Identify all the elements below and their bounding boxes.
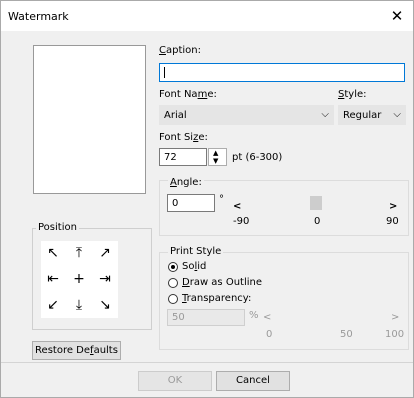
position-top-left-icon[interactable]: ↖	[41, 241, 65, 265]
spinner-down-icon[interactable]: ▼	[213, 157, 218, 165]
angle-left-arrow[interactable]: <	[233, 201, 241, 212]
font-size-input[interactable]: 72	[159, 148, 207, 166]
transparency-label: Transparency:	[182, 293, 252, 304]
position-bottom-left-icon[interactable]: ↙	[41, 293, 65, 317]
font-name-value: Arial	[164, 110, 187, 121]
angle-value: 0	[172, 198, 179, 209]
outline-radio[interactable]	[168, 278, 178, 288]
cancel-button[interactable]: Cancel	[216, 371, 290, 391]
angle-slider-thumb[interactable]	[310, 196, 322, 210]
caption-input[interactable]	[159, 63, 405, 82]
chevron-down-icon: ⌵	[321, 109, 329, 120]
position-label: Position	[36, 222, 79, 233]
font-size-value: 72	[164, 152, 177, 163]
text-cursor	[164, 67, 165, 78]
position-center-icon[interactable]: +	[67, 267, 91, 291]
position-middle-left-icon[interactable]: ⇤	[41, 267, 65, 291]
close-icon[interactable]: ✕	[387, 6, 407, 26]
style-value: Regular	[343, 110, 382, 121]
title-bar: Watermark ✕	[1, 1, 413, 31]
angle-right-arrow[interactable]: >	[389, 201, 397, 212]
window-title: Watermark	[8, 10, 69, 23]
chevron-down-icon: ⌵	[393, 109, 401, 120]
solid-label: Solid	[182, 261, 207, 272]
outline-label: Draw as Outline	[182, 277, 262, 288]
angle-input[interactable]: 0	[167, 194, 215, 212]
angle-label: Angle:	[168, 177, 204, 188]
position-bottom-center-icon[interactable]: ⤓	[67, 293, 91, 317]
angle-min-label: -90	[233, 216, 250, 227]
style-label: Style:	[338, 89, 367, 100]
percent-symbol: %	[249, 310, 259, 321]
solid-radio[interactable]	[168, 262, 178, 272]
spinner-up-icon[interactable]: ▲	[213, 149, 218, 157]
position-middle-right-icon[interactable]: ⇥	[93, 267, 117, 291]
separator	[1, 362, 413, 363]
ok-button[interactable]: OK	[138, 371, 212, 391]
watermark-preview	[33, 45, 146, 194]
transparency-min-label: 0	[266, 329, 273, 340]
transparency-max-label: 100	[385, 329, 405, 340]
restore-defaults-button[interactable]: Restore Defaults	[32, 341, 121, 360]
print-style-label: Print Style	[168, 246, 224, 257]
font-name-label: Font Name:	[159, 89, 217, 100]
transparency-radio[interactable]	[168, 294, 178, 304]
font-name-select[interactable]: Arial ⌵	[159, 105, 334, 125]
transparency-value: 50	[172, 312, 185, 323]
transparency-input[interactable]: 50	[167, 309, 245, 326]
degree-symbol: °	[219, 194, 224, 205]
caption-label: Caption:	[159, 45, 201, 56]
position-bottom-right-icon[interactable]: ↘	[93, 293, 117, 317]
watermark-dialog: Watermark ✕ Caption: Font Name: Arial ⌵ …	[0, 0, 414, 398]
font-size-label: Font Size:	[159, 132, 208, 143]
position-grid: ↖ ⤒ ↗ ⇤ + ⇥ ↙ ⤓ ↘	[41, 241, 118, 318]
transparency-mid-label: 50	[340, 329, 353, 340]
angle-mid-label: 0	[314, 216, 321, 227]
font-size-range-hint: pt (6-300)	[232, 152, 283, 163]
style-select[interactable]: Regular ⌵	[338, 105, 406, 125]
transparency-left-arrow[interactable]: <	[263, 312, 271, 323]
angle-max-label: 90	[386, 216, 399, 227]
transparency-right-arrow[interactable]: >	[391, 312, 399, 323]
position-top-right-icon[interactable]: ↗	[93, 241, 117, 265]
position-top-center-icon[interactable]: ⤒	[67, 241, 91, 265]
font-size-spinner[interactable]: ▲ ▼	[208, 148, 227, 166]
